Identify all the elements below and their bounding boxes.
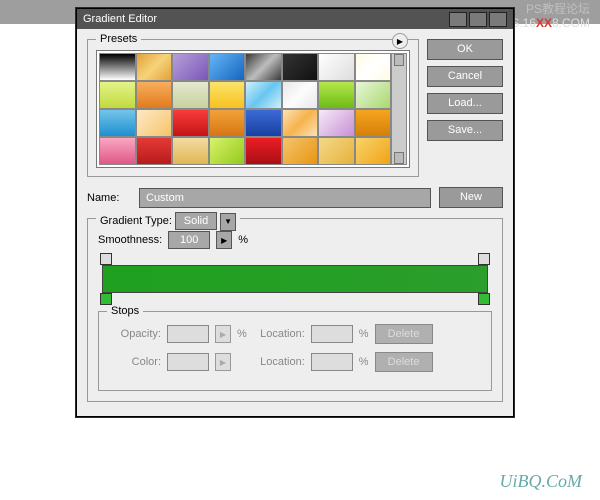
preset-swatch[interactable] <box>245 53 282 81</box>
preset-swatch[interactable] <box>99 81 136 109</box>
preset-swatch[interactable] <box>99 109 136 137</box>
name-input[interactable]: Custom <box>139 188 431 208</box>
preset-swatch[interactable] <box>172 81 209 109</box>
opacity-pct: % <box>237 328 247 340</box>
preset-swatch[interactable] <box>209 81 246 109</box>
color-label: Color: <box>109 356 161 368</box>
preset-swatch[interactable] <box>209 53 246 81</box>
preset-swatch[interactable] <box>355 81 392 109</box>
load-button[interactable]: Load... <box>427 93 503 114</box>
preset-swatch[interactable] <box>282 81 319 109</box>
delete-color-button: Delete <box>375 352 433 372</box>
color-stop-row: Color: ▶ % Location: % Delete <box>109 352 481 372</box>
presets-label: Presets <box>96 33 141 45</box>
new-button[interactable]: New <box>439 187 503 208</box>
location-pct-1: % <box>359 328 369 340</box>
stops-group: Stops Opacity: ▶ % Location: % Delete Co… <box>98 311 492 391</box>
preset-swatch[interactable] <box>209 137 246 165</box>
preset-swatch[interactable] <box>282 137 319 165</box>
presets-group: Presets ▶ <box>87 39 419 177</box>
opacity-stop-row: Opacity: ▶ % Location: % Delete <box>109 324 481 344</box>
opacity-arrow-icon: ▶ <box>215 325 231 343</box>
color-arrow-icon: ▶ <box>215 353 231 371</box>
color-location-input[interactable] <box>311 353 353 371</box>
location-pct-2: % <box>359 356 369 368</box>
opacity-stop-right[interactable] <box>478 253 490 265</box>
gtype-select[interactable]: Solid <box>175 212 217 230</box>
opacity-location-input[interactable] <box>311 325 353 343</box>
preset-swatch[interactable] <box>99 137 136 165</box>
preset-swatch[interactable] <box>172 109 209 137</box>
close-button[interactable] <box>489 12 507 27</box>
dialog-title: Gradient Editor <box>83 9 157 29</box>
cancel-button[interactable]: Cancel <box>427 66 503 87</box>
opacity-stop-left[interactable] <box>100 253 112 265</box>
color-stop-left[interactable] <box>100 293 112 305</box>
preset-swatch[interactable] <box>355 109 392 137</box>
smoothness-row: Smoothness: 100 ▶ % <box>98 231 492 249</box>
presets-scrollbar[interactable] <box>391 53 407 165</box>
preset-swatch[interactable] <box>136 81 173 109</box>
presets-menu-icon[interactable]: ▶ <box>392 33 408 49</box>
preset-swatch[interactable] <box>245 137 282 165</box>
preset-swatch[interactable] <box>245 109 282 137</box>
color-stop-right[interactable] <box>478 293 490 305</box>
gradient-editor-dialog: Gradient Editor Presets ▶ OK Cancel Load… <box>76 8 514 417</box>
color-swatch[interactable] <box>167 353 209 371</box>
delete-opacity-button: Delete <box>375 324 433 344</box>
location-label-2: Location: <box>253 356 305 368</box>
preset-swatch[interactable] <box>355 137 392 165</box>
chevron-down-icon[interactable]: ▼ <box>220 213 236 231</box>
save-button[interactable]: Save... <box>427 120 503 141</box>
preset-swatch[interactable] <box>209 109 246 137</box>
gtype-row: Gradient Type: Solid ▼ <box>96 212 240 231</box>
preset-swatch[interactable] <box>318 137 355 165</box>
preset-swatch[interactable] <box>282 109 319 137</box>
ok-button[interactable]: OK <box>427 39 503 60</box>
stops-label: Stops <box>107 305 143 317</box>
gradient-bar[interactable] <box>102 265 488 293</box>
preset-swatch[interactable] <box>136 109 173 137</box>
preset-swatch[interactable] <box>136 137 173 165</box>
preset-swatch[interactable] <box>318 81 355 109</box>
swatch-container <box>96 50 410 168</box>
preset-swatch[interactable] <box>318 53 355 81</box>
preset-swatch[interactable] <box>172 53 209 81</box>
watermark-cn: PS教程论坛 <box>526 2 590 16</box>
preset-swatch[interactable] <box>245 81 282 109</box>
presets-grid <box>99 53 391 165</box>
smoothness-input[interactable]: 100 <box>168 231 210 249</box>
opacity-input[interactable] <box>167 325 209 343</box>
maximize-button[interactable] <box>469 12 487 27</box>
watermark-bottom: UiBQ.CoM <box>500 471 583 492</box>
gradient-type-group: Gradient Type: Solid ▼ Smoothness: 100 ▶… <box>87 218 503 402</box>
name-row: Name: Custom New <box>87 187 503 208</box>
opacity-label: Opacity: <box>109 328 161 340</box>
preset-swatch[interactable] <box>355 53 392 81</box>
preset-swatch[interactable] <box>99 53 136 81</box>
smoothness-label: Smoothness: <box>98 234 162 246</box>
preset-swatch[interactable] <box>282 53 319 81</box>
preset-swatch[interactable] <box>136 53 173 81</box>
smoothness-arrow-icon[interactable]: ▶ <box>216 231 232 249</box>
name-label: Name: <box>87 192 131 204</box>
action-buttons: OK Cancel Load... Save... <box>427 39 503 177</box>
gradient-preview[interactable] <box>102 265 488 293</box>
pct-label: % <box>238 234 248 246</box>
titlebar-buttons <box>449 12 507 27</box>
location-label-1: Location: <box>253 328 305 340</box>
preset-swatch[interactable] <box>318 109 355 137</box>
titlebar[interactable]: Gradient Editor <box>77 9 513 29</box>
preset-swatch[interactable] <box>172 137 209 165</box>
gtype-label: Gradient Type: <box>100 215 172 227</box>
minimize-button[interactable] <box>449 12 467 27</box>
